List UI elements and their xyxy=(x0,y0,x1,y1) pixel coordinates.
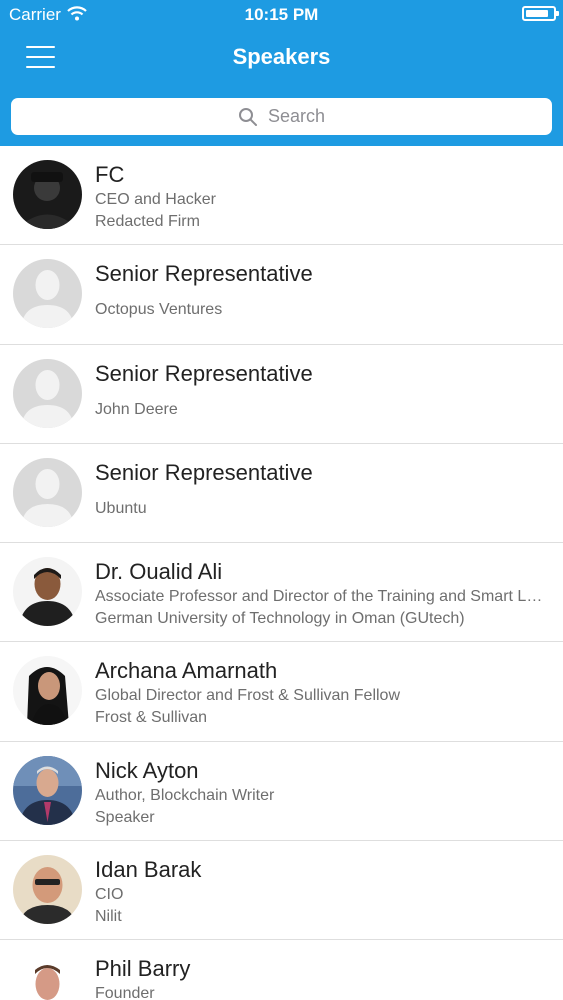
avatar-placeholder-icon xyxy=(13,259,82,329)
speaker-row[interactable]: Archana Amarnath Global Director and Fro… xyxy=(0,642,563,742)
speaker-name: FC xyxy=(95,162,125,187)
speaker-name: Idan Barak xyxy=(95,857,202,883)
status-bar: Carrier 10:15 PM xyxy=(0,0,563,30)
search-placeholder: Search xyxy=(267,106,326,126)
speaker-row[interactable]: Senior Representative John Deere xyxy=(0,344,563,444)
speaker-name: Dr. Oualid Ali xyxy=(95,559,223,585)
speaker-row[interactable]: Dr. Oualid Ali Associate Professor and D… xyxy=(0,543,563,643)
speaker-company: Octopus Ventures xyxy=(95,301,223,319)
speaker-name: Senior Representative xyxy=(95,261,313,287)
speaker-title: Author, Blockchain Writer xyxy=(95,786,275,804)
avatar xyxy=(13,557,82,627)
page-title: Speakers xyxy=(232,44,331,69)
avatar xyxy=(13,755,82,825)
speaker-title: CEO and Hacker xyxy=(95,191,216,208)
speaker-row[interactable]: Idan Barak CIO Nilit xyxy=(0,841,563,941)
status-time: 10:15 PM xyxy=(244,5,319,24)
speaker-row[interactable]: Senior Representative Octopus Ventures xyxy=(0,245,563,345)
speaker-company: Ubuntu xyxy=(95,499,147,517)
speaker-name: Archana Amarnath xyxy=(95,658,278,684)
speaker-title: Founder xyxy=(95,985,155,1000)
speaker-company: John Deere xyxy=(95,400,178,418)
speaker-row[interactable]: FC CEO and Hacker Redacted Firm xyxy=(0,146,563,246)
speaker-company: Frost & Sullivan xyxy=(95,709,208,727)
speaker-row[interactable]: Nick Ayton Author, Blockchain Writer Spe… xyxy=(0,741,563,842)
speaker-company: Redacted Firm xyxy=(95,213,200,230)
speaker-title: CIO xyxy=(95,886,124,904)
speaker-name: Senior Representative xyxy=(95,459,313,485)
avatar-placeholder-icon xyxy=(13,457,82,527)
speaker-title: Associate Professor and Director of the … xyxy=(95,588,550,606)
avatar xyxy=(13,855,82,925)
search-icon xyxy=(238,107,257,126)
speaker-name: Phil Barry xyxy=(95,956,191,982)
speaker-title: Global Director and Frost & Sullivan Fel… xyxy=(95,687,401,705)
avatar-placeholder-icon xyxy=(13,358,82,428)
speaker-company: Speaker xyxy=(95,808,155,826)
speaker-name: Senior Representative xyxy=(95,360,313,386)
search-input[interactable]: Search xyxy=(11,98,552,135)
avatar xyxy=(13,656,82,726)
speaker-company: German University of Technology in Oman … xyxy=(95,610,465,628)
speaker-row[interactable]: Senior Representative Ubuntu xyxy=(0,443,563,544)
battery-icon xyxy=(522,6,559,21)
speaker-name: Nick Ayton xyxy=(95,757,199,783)
speaker-company: Nilit xyxy=(95,908,122,926)
speaker-list[interactable]: FC CEO and Hacker Redacted Firm Senior R… xyxy=(0,146,563,1000)
speaker-row[interactable]: Phil Barry Founder xyxy=(0,940,563,1000)
avatar xyxy=(13,160,82,229)
navigation-header: Carrier 10:15 PM Speakers Search xyxy=(0,0,563,146)
avatar xyxy=(13,954,82,1000)
